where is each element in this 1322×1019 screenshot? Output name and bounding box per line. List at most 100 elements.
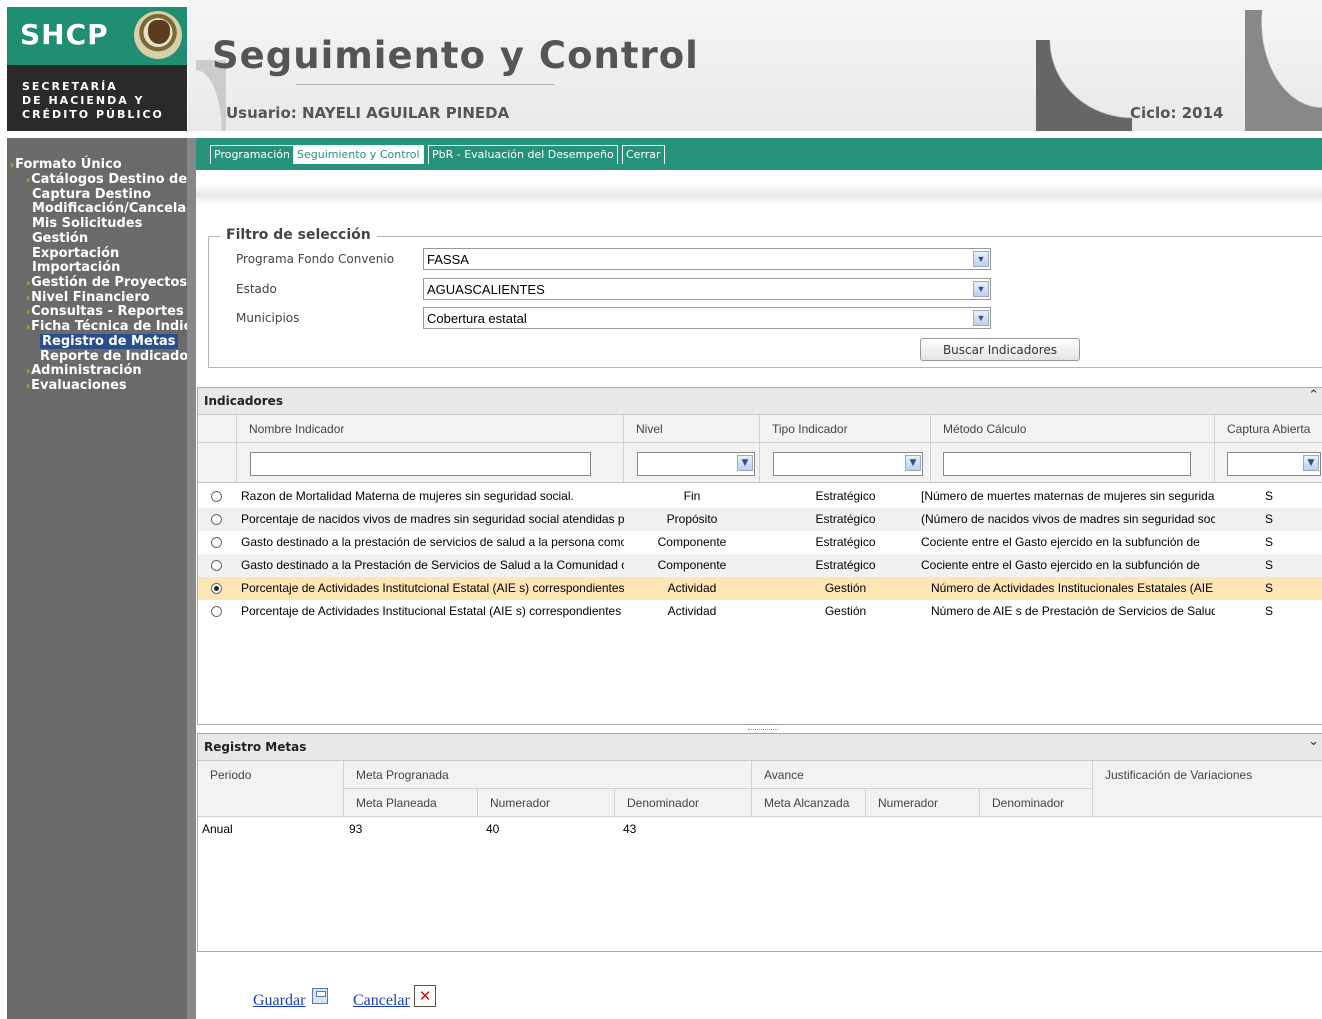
sidebar-item-modificacion[interactable]: Modificación/Cancelac bbox=[32, 202, 194, 216]
table-row[interactable]: Porcentaje de Actividades Institucional … bbox=[198, 600, 1322, 623]
captura-filter-select[interactable]: ▼ bbox=[1227, 452, 1321, 476]
arrow-icon: › bbox=[10, 160, 15, 171]
sidebar-item-gestion-proyectos[interactable]: ›Gestión de Proyectos bbox=[26, 276, 187, 291]
cell-nombre: Gasto destinado a la Prestación de Servi… bbox=[241, 558, 624, 572]
sidebar-item-label: Evaluaciones bbox=[31, 378, 127, 393]
sidebar-item-reporte-indicadores[interactable]: Reporte de Indicador bbox=[40, 350, 195, 364]
cell-tipo: Gestión bbox=[824, 604, 867, 618]
table-row[interactable]: Gasto destinado a la prestación de servi… bbox=[198, 531, 1322, 554]
table-row[interactable]: Porcentaje de nacidos vivos de madres si… bbox=[198, 508, 1322, 531]
table-row-selected[interactable]: Porcentaje de Actividades Institutcional… bbox=[198, 577, 1322, 600]
column-header-avance-denominador: Denominador bbox=[980, 789, 1093, 817]
column-header-avance: Avance bbox=[752, 761, 1093, 789]
column-header-tipo[interactable]: Tipo Indicador bbox=[760, 415, 931, 443]
sidebar-item-administracion[interactable]: ›Administración bbox=[26, 364, 142, 379]
sidebar-item-label: Nivel Financiero bbox=[31, 290, 150, 305]
sidebar-item-captura-destino[interactable]: Captura Destino bbox=[32, 188, 151, 202]
chevron-down-icon[interactable]: ▼ bbox=[905, 455, 921, 471]
filter-cell bbox=[931, 443, 1215, 483]
sidebar-item-label: Registro de Metas bbox=[40, 334, 178, 349]
chevron-down-icon[interactable]: ▼ bbox=[973, 310, 989, 326]
cell-tipo: Estratégico bbox=[815, 558, 876, 572]
table-row[interactable]: Razon de Mortalidad Materna de mujeres s… bbox=[198, 485, 1322, 508]
column-header-captura[interactable]: Captura Abierta bbox=[1215, 415, 1322, 443]
cell-captura: S bbox=[1264, 581, 1273, 595]
arrow-icon: › bbox=[26, 278, 31, 289]
column-header-denominador: Denominador bbox=[615, 789, 752, 817]
cell-nivel: Componente bbox=[657, 558, 727, 572]
row-radio[interactable] bbox=[211, 560, 222, 571]
column-header-justificacion: Justificación de Variaciones bbox=[1093, 761, 1322, 817]
cell-metodo: (Número de nacidos vivos de madres sin s… bbox=[921, 512, 1215, 526]
row-radio-selected[interactable] bbox=[211, 583, 222, 594]
column-header-periodo: Periodo bbox=[198, 761, 344, 817]
cell-metodo: Cociente entre el Gasto ejercido en la s… bbox=[921, 535, 1200, 549]
sidebar-item-catalogos[interactable]: ›Catálogos Destino del bbox=[26, 173, 192, 188]
row-radio[interactable] bbox=[211, 491, 222, 502]
metodo-filter-input[interactable] bbox=[943, 452, 1191, 476]
cell-denominador[interactable]: 43 bbox=[623, 822, 636, 836]
sidebar-item-formato-unico[interactable]: ›Formato Único bbox=[10, 158, 122, 173]
row-radio[interactable] bbox=[211, 606, 222, 617]
sidebar: ›Formato Único ›Catálogos Destino del Ca… bbox=[7, 138, 195, 1019]
column-header-metodo[interactable]: Método Cálculo bbox=[931, 415, 1215, 443]
column-header-meta-programada: Meta Progranada bbox=[344, 761, 752, 789]
chevron-down-icon[interactable]: ▼ bbox=[973, 251, 989, 267]
shcp-logo-text: SHCP bbox=[20, 18, 109, 51]
column-header-avance-numerador: Numerador bbox=[866, 789, 980, 817]
cell-nivel: Fin bbox=[683, 489, 701, 503]
table-row[interactable]: Gasto destinado a la Prestación de Servi… bbox=[198, 554, 1322, 577]
cell-nombre: Porcentaje de Actividades Institucional … bbox=[241, 604, 622, 618]
cell-numerador[interactable]: 40 bbox=[486, 822, 499, 836]
sidebar-item-evaluaciones[interactable]: ›Evaluaciones bbox=[26, 379, 127, 394]
cell-tipo: Estratégico bbox=[815, 535, 876, 549]
chevron-down-icon[interactable]: ▼ bbox=[737, 455, 753, 471]
header-decoration bbox=[1036, 40, 1132, 131]
column-header-nombre[interactable]: Nombre Indicador bbox=[237, 415, 624, 443]
cell-captura: S bbox=[1264, 604, 1273, 618]
tab-cerrar[interactable]: Cerrar bbox=[622, 145, 665, 164]
tab-seguimiento-control[interactable]: Seguimiento y Control bbox=[293, 145, 424, 164]
tab-pbr-evaluacion[interactable]: PbR - Evaluación del Desempeño bbox=[428, 145, 618, 164]
column-header-nivel[interactable]: Nivel bbox=[624, 415, 760, 443]
buscar-indicadores-button[interactable]: Buscar Indicadores bbox=[920, 338, 1080, 361]
estado-label: Estado bbox=[236, 282, 277, 296]
guardar-link[interactable]: Guardar bbox=[253, 992, 305, 1010]
sidebar-item-consultas-reportes[interactable]: ›Consultas - Reportes bbox=[26, 305, 184, 320]
cell-metodo: Número de AIE s de Prestación de Servici… bbox=[931, 604, 1215, 618]
sidebar-item-exportacion[interactable]: Exportación bbox=[32, 247, 119, 261]
estado-value: AGUASCALIENTES bbox=[427, 282, 545, 297]
sidebar-item-registro-metas[interactable]: Registro de Metas bbox=[40, 334, 178, 349]
nombre-filter-input[interactable] bbox=[250, 452, 591, 476]
tipo-filter-select[interactable]: ▼ bbox=[773, 452, 923, 476]
cell-nivel: Componente bbox=[657, 535, 727, 549]
chevron-down-icon[interactable]: ▼ bbox=[1303, 455, 1319, 471]
cycle-label: Ciclo: 2014 bbox=[1130, 104, 1224, 122]
sidebar-item-gestion[interactable]: Gestión bbox=[32, 232, 88, 246]
page-title: Seguimiento y Control bbox=[212, 34, 699, 77]
collapse-icon[interactable]: ⌃ bbox=[1308, 388, 1319, 403]
resize-handle[interactable] bbox=[748, 724, 778, 730]
chevron-down-icon[interactable]: ⌄ bbox=[1308, 734, 1319, 749]
cancel-icon[interactable]: ✕ bbox=[414, 985, 436, 1007]
sidebar-item-importacion[interactable]: Importación bbox=[32, 261, 120, 275]
estado-select[interactable]: AGUASCALIENTES ▼ bbox=[423, 278, 991, 300]
cell-nombre: Gasto destinado a la prestación de servi… bbox=[241, 535, 624, 549]
filter-cell bbox=[237, 443, 624, 483]
programa-value: FASSA bbox=[427, 252, 469, 267]
cell-meta-planeada[interactable]: 93 bbox=[349, 822, 362, 836]
header-decoration bbox=[1245, 10, 1322, 131]
save-icon[interactable] bbox=[312, 988, 328, 1004]
row-radio[interactable] bbox=[211, 537, 222, 548]
tab-programacion[interactable]: Programación bbox=[210, 145, 294, 164]
nivel-filter-select[interactable]: ▼ bbox=[637, 452, 755, 476]
cell-tipo: Estratégico bbox=[815, 489, 876, 503]
row-radio[interactable] bbox=[211, 514, 222, 525]
chevron-down-icon[interactable]: ▼ bbox=[973, 281, 989, 297]
cell-periodo[interactable]: Anual bbox=[202, 822, 233, 836]
sidebar-item-mis-solicitudes[interactable]: Mis Solicitudes bbox=[32, 217, 142, 231]
municipios-select[interactable]: Cobertura estatal ▼ bbox=[423, 307, 991, 329]
sidebar-item-ficha-tecnica[interactable]: ›Ficha Técnica de Indic bbox=[26, 320, 191, 335]
cancelar-link[interactable]: Cancelar bbox=[353, 992, 410, 1010]
programa-select[interactable]: FASSA ▼ bbox=[423, 248, 991, 270]
